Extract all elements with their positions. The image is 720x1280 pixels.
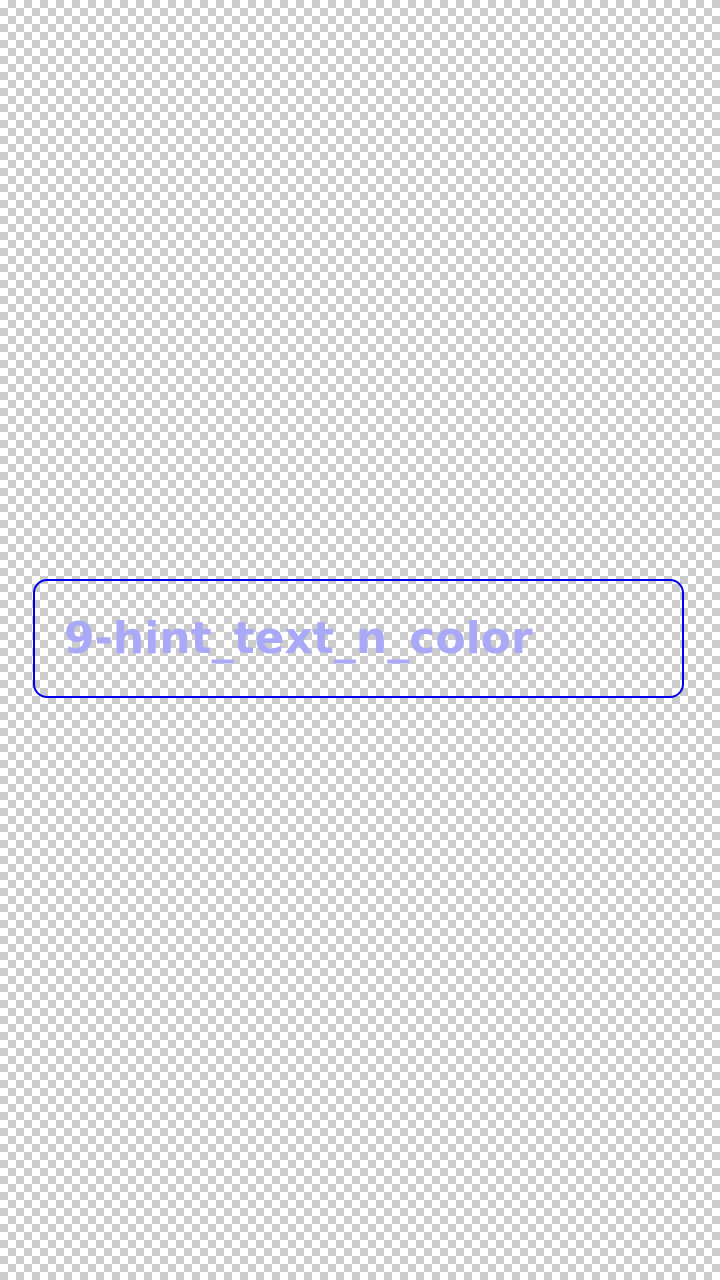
text-field-container[interactable] [33,579,684,698]
hint-text-input[interactable] [35,581,682,696]
